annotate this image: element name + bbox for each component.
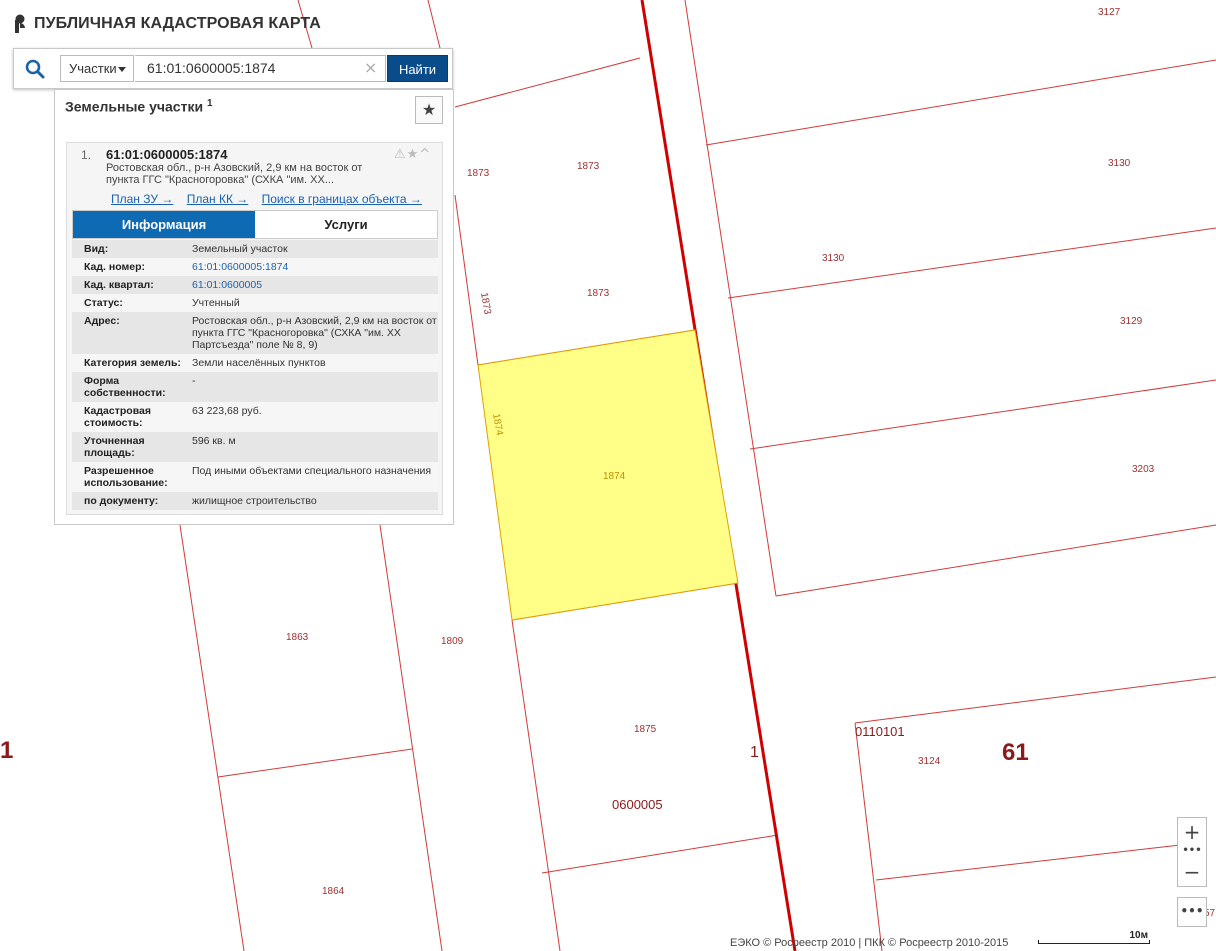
result-card[interactable]: 1. 61:01:0600005:1874 Ростовская обл., р… — [66, 142, 443, 515]
result-address: Ростовская обл., р-н Азовский, 2,9 км на… — [106, 162, 363, 186]
map-label: 1874 — [603, 471, 626, 482]
property-value: Учтенный — [192, 297, 240, 309]
result-actions: ⚠★^ — [394, 147, 431, 162]
map-label: 3130 — [1108, 158, 1131, 169]
property-key: по документу: — [84, 495, 159, 507]
favorites-button[interactable]: ★ — [415, 96, 443, 124]
find-button[interactable]: Найти — [387, 55, 448, 82]
map-label: 0600005 — [612, 797, 663, 812]
map-label: 1864 — [322, 886, 345, 897]
search-input[interactable]: 61:01:0600005:1874 — [135, 55, 386, 82]
property-row: Разрешенное использование: Под иными объе… — [72, 462, 438, 492]
property-value: 63 223,68 руб. — [192, 405, 262, 417]
property-value: 596 кв. м — [192, 435, 236, 447]
scale-line — [1038, 940, 1150, 944]
clear-icon[interactable]: × — [364, 57, 377, 79]
tab-services[interactable]: Услуги — [255, 211, 437, 238]
property-row: Вид: Земельный участок — [72, 240, 438, 258]
property-key: Статус: — [84, 297, 123, 309]
star-icon[interactable]: ★ — [407, 147, 420, 162]
map-label: 1 — [750, 744, 759, 761]
app-title: ПУБЛИЧНАЯ КАДАСТРОВАЯ КАРТА — [34, 15, 321, 32]
results-count: 1 — [206, 98, 213, 109]
property-row: Кад. квартал: 61:01:0600005 — [72, 276, 438, 294]
copyright-text: ЕЭКО © Росреестр 2010 | ПКК © Росреестр … — [730, 937, 1009, 949]
search-type-select[interactable]: Участки — [60, 55, 134, 82]
map-label: 1873 — [467, 168, 490, 179]
plan-kk-link[interactable]: План КК → — [187, 192, 249, 206]
property-value: Земельный участок — [192, 243, 288, 255]
map-label: 1 — [0, 737, 13, 764]
result-tabs: Информация Услуги — [72, 210, 438, 239]
property-key: Разрешенное использование: — [84, 465, 168, 489]
chevron-down-icon — [118, 67, 126, 72]
property-row: Адрес: Ростовская обл., р-н Азовский, 2,9… — [72, 312, 438, 354]
property-row: Кад. номер: 61:01:0600005:1874 — [72, 258, 438, 276]
results-panel: Земельные участки 1 ★ 1. 61:01:0600005:1… — [54, 89, 454, 525]
scale-bar: 10м — [1038, 930, 1150, 946]
map-label: 1873 — [587, 288, 610, 299]
warning-icon[interactable]: ⚠ — [394, 147, 407, 162]
map-label: 1863 — [286, 632, 309, 643]
result-links: План ЗУ → План КК → Поиск в границах объ… — [111, 192, 432, 206]
property-value: Земли населённых пунктов — [192, 357, 326, 369]
property-key: Кадастровая стоимость: — [84, 405, 151, 429]
zoom-out-button[interactable]: − — [1178, 859, 1206, 885]
map-label: 3124 — [918, 756, 941, 767]
map-label: 3129 — [1120, 316, 1143, 327]
pkk-logo-icon — [15, 14, 25, 33]
property-value: Ростовская обл., р-н Азовский, 2,9 км на… — [192, 315, 437, 351]
property-key: Уточненная площадь: — [84, 435, 145, 459]
map-label: 61 — [1002, 739, 1029, 766]
app-header: ПУБЛИЧНАЯ КАДАСТРОВАЯ КАРТА — [12, 12, 321, 36]
property-value: Под иными объектами специального назначе… — [192, 465, 432, 477]
property-value: жилищное строительство — [192, 495, 317, 507]
property-value: - — [192, 375, 196, 387]
property-row: Статус: Учтенный — [72, 294, 438, 312]
cadastral-number-link[interactable]: 61:01:0600005:1874 — [192, 261, 438, 273]
results-title: Земельные участки — [65, 98, 204, 115]
search-bar: Участки 61:01:0600005:1874 × Найти — [13, 48, 453, 89]
zoom-in-button[interactable]: + — [1178, 819, 1206, 845]
map-label: 0110101 — [855, 724, 905, 739]
results-header: Земельные участки 1 — [65, 98, 213, 115]
property-key: Вид: — [84, 243, 109, 255]
property-row: Кадастровая стоимость: 63 223,68 руб. — [72, 402, 438, 432]
search-in-bounds-link[interactable]: Поиск в границах объекта → — [262, 192, 422, 206]
property-key: Кад. квартал: — [84, 279, 154, 291]
map-label: 1809 — [441, 636, 464, 647]
result-cadastral-number[interactable]: 61:01:0600005:1874 — [106, 147, 227, 162]
property-row: Форма собственности: - — [72, 372, 438, 402]
zoom-levels-icon[interactable]: ••• — [1178, 846, 1206, 858]
map-label: 3203 — [1132, 464, 1155, 475]
cadastral-quarter-link[interactable]: 61:01:0600005 — [192, 279, 438, 291]
property-key: Кад. номер: — [84, 261, 146, 273]
map-label: 3127 — [1098, 7, 1121, 18]
property-key: Категория земель: — [84, 357, 181, 369]
property-key: Форма собственности: — [84, 375, 166, 399]
map-label: 1875 — [634, 724, 657, 735]
tab-info[interactable]: Информация — [73, 211, 255, 238]
search-icon[interactable] — [24, 58, 46, 80]
star-icon: ★ — [421, 100, 437, 119]
search-type-label: Участки — [69, 61, 117, 76]
property-row: Категория земель: Земли населённых пункто… — [72, 354, 438, 372]
chevron-up-icon[interactable]: ^ — [419, 147, 431, 162]
map-label: 1873 — [577, 161, 600, 172]
property-table: Вид: Земельный участок Кад. номер: 61:01:0… — [72, 240, 438, 510]
zoom-control: + ••• − — [1177, 817, 1207, 887]
property-key: Адрес: — [84, 315, 120, 327]
property-row: по документу: жилищное строительство — [72, 492, 438, 510]
plan-zu-link[interactable]: План ЗУ → — [111, 192, 173, 206]
result-index: 1. — [81, 148, 92, 162]
map-label: 3130 — [822, 253, 845, 264]
property-row: Уточненная площадь: 596 кв. м — [72, 432, 438, 462]
more-tools-button[interactable]: ••• — [1177, 897, 1207, 927]
